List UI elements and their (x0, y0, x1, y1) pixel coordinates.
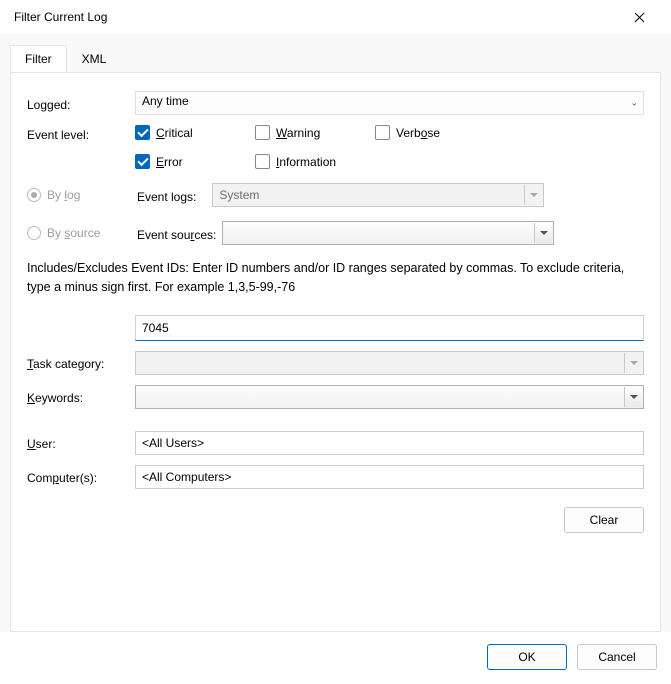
checkbox-icon (255, 154, 270, 169)
checkbox-icon (135, 154, 150, 169)
radio-by-source (27, 226, 41, 240)
checkbox-label: Warning (276, 126, 320, 140)
task-category-label: Task category: (27, 354, 135, 371)
checkbox-icon (135, 125, 150, 140)
task-category-combo (135, 351, 644, 375)
event-ids-input[interactable] (135, 315, 644, 341)
dropdown-button-icon (624, 387, 642, 407)
tab-filter[interactable]: Filter (10, 45, 67, 72)
window-title: Filter Current Log (14, 10, 107, 24)
checkbox-label: Information (276, 155, 336, 169)
radio-by-log (27, 188, 41, 202)
user-label: User: (27, 434, 135, 451)
checkbox-critical[interactable]: Critical (135, 125, 255, 140)
ok-button[interactable]: OK (487, 644, 567, 670)
checkbox-warning[interactable]: Warning (255, 125, 375, 140)
checkbox-icon (255, 125, 270, 140)
tab-strip: Filter XML (0, 34, 671, 72)
event-logs-combo: System (212, 183, 544, 207)
dropdown-button-icon (534, 223, 552, 243)
checkbox-label: Critical (156, 126, 193, 140)
dropdown-button-icon (624, 353, 642, 373)
event-level-label: Event level: (27, 125, 135, 142)
dropdown-button-icon (524, 185, 542, 205)
event-sources-label: Event sources: (137, 225, 216, 242)
clear-button[interactable]: Clear (564, 507, 644, 533)
event-ids-help: Includes/Excludes Event IDs: Enter ID nu… (27, 259, 644, 297)
event-logs-label: Event logs: (137, 187, 196, 204)
by-log-label: By log (47, 188, 137, 202)
cancel-button[interactable]: Cancel (577, 644, 657, 670)
by-source-label: By source (47, 226, 137, 240)
checkbox-information[interactable]: Information (255, 154, 405, 169)
logged-dropdown[interactable]: Any time (135, 91, 644, 115)
close-icon (634, 12, 645, 23)
dialog-footer: OK Cancel (487, 644, 657, 670)
tab-xml[interactable]: XML (67, 45, 122, 72)
computers-input[interactable] (135, 465, 644, 489)
event-logs-value: System (219, 188, 259, 202)
checkbox-error[interactable]: Error (135, 154, 255, 169)
close-button[interactable] (619, 2, 659, 32)
filter-panel: Logged: Any time ⌄ Event level: Critical… (10, 72, 661, 632)
titlebar: Filter Current Log (0, 0, 671, 34)
checkbox-label: Verbose (396, 126, 440, 140)
keywords-combo[interactable] (135, 385, 644, 409)
event-sources-combo[interactable] (222, 221, 554, 245)
user-input[interactable] (135, 431, 644, 455)
checkbox-verbose[interactable]: Verbose (375, 125, 525, 140)
checkbox-icon (375, 125, 390, 140)
checkbox-label: Error (156, 155, 183, 169)
logged-label: Logged: (27, 95, 135, 112)
keywords-label: Keywords: (27, 388, 135, 405)
computers-label: Computer(s): (27, 468, 135, 485)
